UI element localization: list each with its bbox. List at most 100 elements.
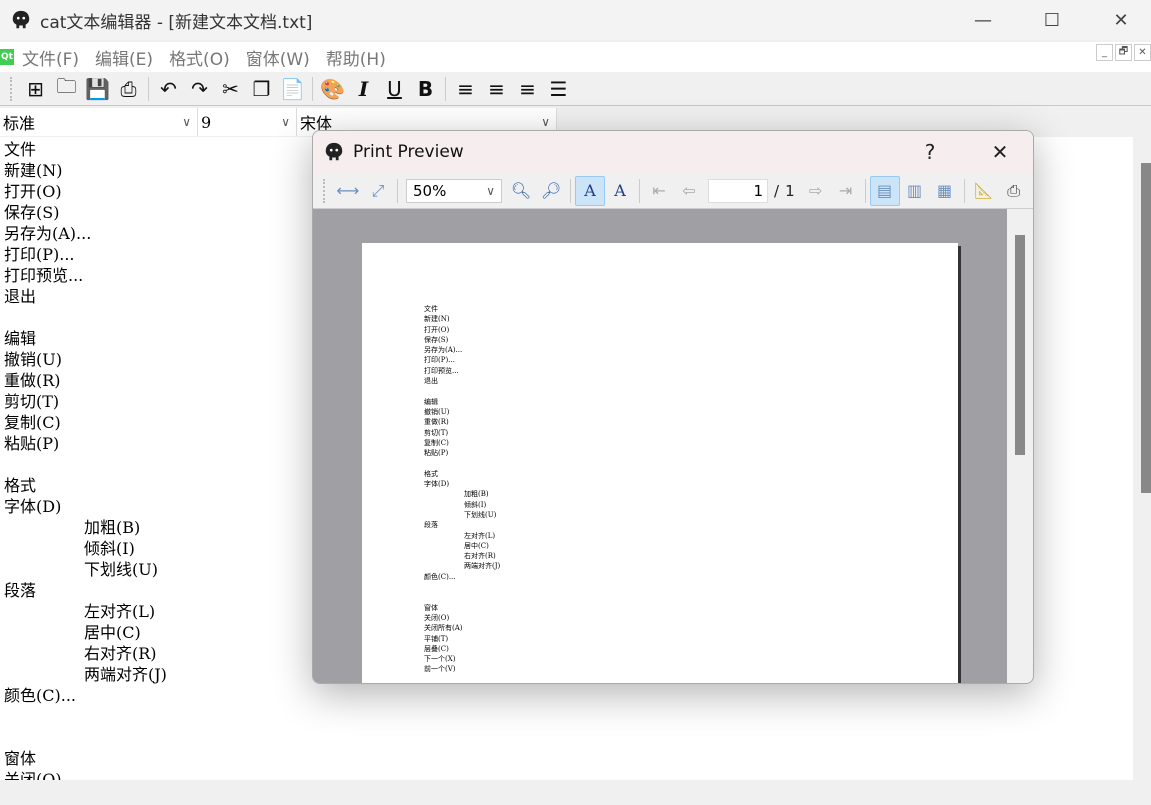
preview-toolbar: ⟷ ⤢ 50% ∨ 🔍︎ 🔎︎ A A ⇤ ⇦ 1 / 1 ⇨ ⇥ ▤ ▥ ▦ 📐… xyxy=(313,173,1033,209)
separator xyxy=(864,178,866,203)
last-page-icon[interactable]: ⇥ xyxy=(831,176,861,206)
preview-line xyxy=(424,592,958,602)
page-number-input[interactable]: 1 xyxy=(708,178,768,203)
zoom-out-icon[interactable]: 🔍︎ xyxy=(506,176,536,206)
justify-icon[interactable]: ☰ xyxy=(543,75,574,103)
facing-pages-icon[interactable]: ▥ xyxy=(900,176,930,206)
preview-line: 编辑 xyxy=(424,397,438,406)
new-file-icon[interactable]: ⊞ xyxy=(20,75,51,103)
preview-scrollbar[interactable] xyxy=(1007,209,1033,683)
preview-line: 退出 xyxy=(424,377,438,386)
menu-window[interactable]: 窗体(W) xyxy=(246,45,310,70)
preview-line: 下一个(X) xyxy=(424,655,456,664)
separator xyxy=(148,77,149,101)
chevron-down-icon: ∨ xyxy=(541,115,550,129)
mdi-restore-button[interactable]: 🗗 xyxy=(1115,44,1132,61)
preview-line: 窗体 xyxy=(424,603,438,612)
toolbar-grip xyxy=(10,77,14,101)
maximize-button[interactable]: ☐ xyxy=(1029,0,1075,40)
preview-line: 打开(O) xyxy=(424,325,450,334)
style-combo[interactable]: 标准 ∨ xyxy=(0,108,198,136)
mdi-minimize-button[interactable]: _ xyxy=(1096,44,1113,61)
preview-line: 左对齐(L) xyxy=(464,531,496,540)
app-cat-icon xyxy=(325,142,343,161)
preview-line: 关闭所有(A) xyxy=(424,624,463,633)
zoom-in-icon[interactable]: 🔎︎ xyxy=(536,176,566,206)
fit-page-icon[interactable]: ⤢ xyxy=(363,176,393,206)
chevron-down-icon: ∨ xyxy=(281,115,290,129)
preview-line: 下划线(U) xyxy=(464,510,497,519)
preview-line: 打印(P)... xyxy=(424,356,455,365)
scrollbar-thumb[interactable] xyxy=(1141,163,1151,493)
window-title: cat文本编辑器 - [新建文本文档.txt] xyxy=(40,12,313,33)
preview-line: 居中(C) xyxy=(464,541,489,550)
italic-icon[interactable]: I xyxy=(348,75,379,103)
first-page-icon[interactable]: ⇤ xyxy=(644,176,674,206)
preview-line: 字体(D) xyxy=(424,480,450,489)
dialog-title: Print Preview xyxy=(353,142,464,162)
title-bar: cat文本编辑器 - [新建文本文档.txt] — ☐ ✕ xyxy=(0,0,1151,40)
font-size-combo[interactable]: 9 ∨ xyxy=(198,108,297,136)
page-total: 1 xyxy=(785,181,795,200)
underline-icon[interactable]: U xyxy=(379,75,410,103)
preview-line: 格式 xyxy=(424,469,438,478)
align-left-icon[interactable]: ≡ xyxy=(450,75,481,103)
copy-icon[interactable]: ❐ xyxy=(246,75,277,103)
next-page-icon[interactable]: ⇨ xyxy=(801,176,831,206)
color-palette-icon[interactable]: 🎨 xyxy=(317,75,348,103)
landscape-icon[interactable]: A xyxy=(605,176,635,206)
align-right-icon[interactable]: ≡ xyxy=(512,75,543,103)
menu-format[interactable]: 格式(O) xyxy=(169,45,230,70)
redo-icon[interactable]: ↷ xyxy=(184,75,215,103)
print-icon[interactable]: ⎙ xyxy=(999,176,1029,206)
print-icon[interactable]: ⎙ xyxy=(113,75,144,103)
all-pages-icon[interactable]: ▦ xyxy=(930,176,960,206)
separator xyxy=(312,77,313,101)
preview-line: 平铺(T) xyxy=(424,634,449,643)
toolbar-grip xyxy=(323,178,327,203)
editor-line: 颜色(C)... xyxy=(4,686,76,705)
preview-line: 另存为(A)... xyxy=(424,346,463,355)
preview-line: 前一个(V) xyxy=(424,665,456,674)
cut-icon[interactable]: ✂ xyxy=(215,75,246,103)
save-icon[interactable]: 💾 xyxy=(82,75,113,103)
separator xyxy=(639,178,640,203)
preview-line: 保存(S) xyxy=(424,335,449,344)
undo-icon[interactable]: ↶ xyxy=(153,75,184,103)
menu-bar: Qt 文件(F) 编辑(E) 格式(O) 窗体(W) 帮助(H) xyxy=(0,42,1151,72)
page-separator: / xyxy=(774,181,780,200)
dialog-close-button[interactable]: ✕ xyxy=(977,131,1023,173)
zoom-select[interactable]: 50% ∨ xyxy=(406,178,502,203)
prev-page-icon[interactable]: ⇦ xyxy=(674,176,704,206)
scrollbar-thumb[interactable] xyxy=(1015,235,1025,455)
editor-scrollbar[interactable] xyxy=(1133,137,1151,780)
help-button[interactable]: ? xyxy=(907,131,953,173)
portrait-icon[interactable]: A xyxy=(575,175,605,206)
single-page-icon[interactable]: ▤ xyxy=(869,175,900,206)
paste-icon[interactable]: 📄 xyxy=(277,75,308,103)
mdi-close-button[interactable]: ✕ xyxy=(1134,44,1151,61)
preview-line xyxy=(424,582,958,592)
mdi-controls: _ 🗗 ✕ xyxy=(1096,44,1151,61)
close-button[interactable]: ✕ xyxy=(1098,0,1144,40)
menu-file[interactable]: 文件(F) xyxy=(22,45,79,70)
menu-help[interactable]: 帮助(H) xyxy=(326,45,386,70)
fit-width-icon[interactable]: ⟷ xyxy=(333,176,363,206)
align-center-icon[interactable]: ≡ xyxy=(481,75,512,103)
bold-icon[interactable]: B xyxy=(410,75,441,103)
preview-page: 文件 新建(N) 打开(O) 保存(S) 另存为(A)... 打印(P)... 打印预览..… xyxy=(362,243,958,683)
preview-line: 段落 xyxy=(424,521,438,530)
preview-area: 文件 新建(N) 打开(O) 保存(S) 另存为(A)... 打印(P)... 打印预览..… xyxy=(313,209,1033,683)
open-folder-icon[interactable]: 🗀 xyxy=(51,74,82,103)
chevron-down-icon: ∨ xyxy=(182,115,191,129)
separator xyxy=(570,178,571,203)
preview-line: 颜色(C)... xyxy=(424,572,456,581)
print-preview-dialog: Print Preview ? ✕ ⟷ ⤢ 50% ∨ 🔍︎ 🔎︎ A A ⇤ ⇦… xyxy=(312,130,1034,684)
page-setup-icon[interactable]: 📐︎ xyxy=(969,176,999,206)
minimize-button[interactable]: — xyxy=(960,0,1006,40)
menu-edit[interactable]: 编辑(E) xyxy=(95,45,153,70)
preview-line: 重做(R) xyxy=(424,418,449,427)
style-value: 标准 xyxy=(3,114,36,133)
chevron-down-icon: ∨ xyxy=(486,183,495,198)
